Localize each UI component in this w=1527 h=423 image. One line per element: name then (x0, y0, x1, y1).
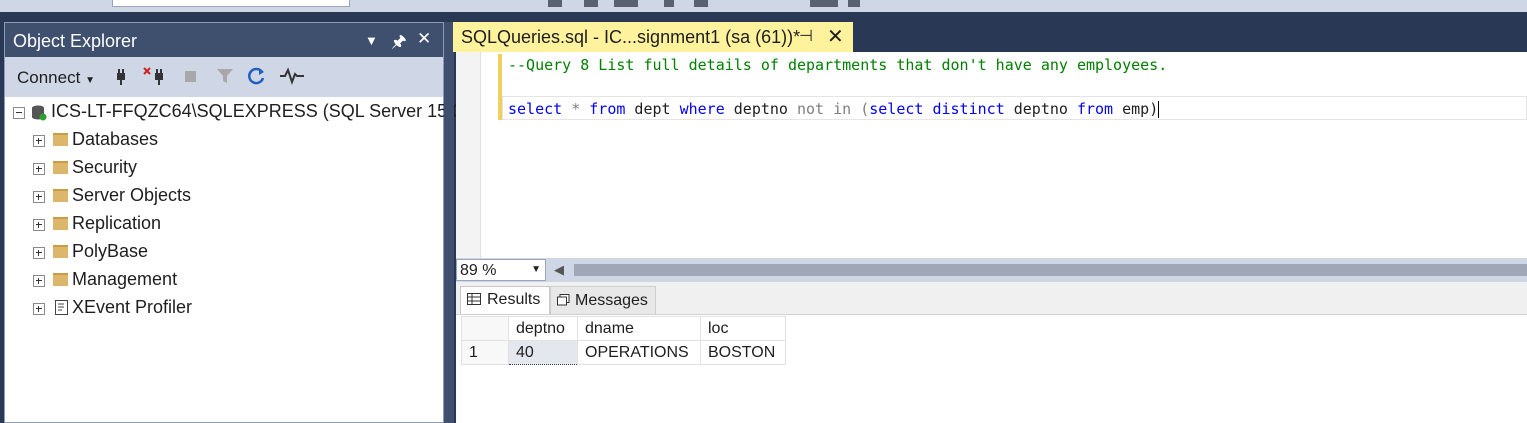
top-toolbar-strip (0, 0, 1527, 12)
sql-identifier: dept (625, 100, 680, 118)
grid-cell[interactable]: 40 (508, 340, 578, 365)
tab-title: SQLQueries.sql - IC...signment1 (sa (61)… (461, 27, 801, 47)
column-header[interactable]: dname (577, 316, 701, 341)
tab-results[interactable]: Results (460, 286, 550, 314)
toolbar-icon[interactable] (848, 0, 860, 7)
folder-icon (53, 273, 68, 286)
row-number[interactable]: 1 (461, 340, 509, 365)
disconnect-icon[interactable] (143, 66, 169, 86)
folder-icon (53, 217, 68, 230)
toolbar-combo[interactable] (112, 0, 350, 7)
toolbar-icon[interactable] (614, 0, 638, 7)
sql-operator: * (562, 100, 590, 118)
sql-operator: not in (797, 100, 852, 118)
expand-icon[interactable] (33, 163, 45, 175)
results-tab-bar: Results Messages (456, 282, 1527, 315)
scroll-left-icon[interactable]: ◀ (554, 262, 564, 278)
sql-keyword: distinct (932, 100, 1005, 118)
tree-item-label: Management (72, 269, 178, 289)
sql-keyword: from (589, 100, 626, 118)
code-query-line: select * from dept where deptno not in (… (508, 100, 1160, 118)
tab-messages[interactable]: Messages (550, 286, 656, 314)
column-header[interactable]: loc (700, 316, 786, 341)
results-grid: deptno dname loc 1 40 OPERATIONS BOSTON (461, 316, 786, 365)
chevron-down-icon: ▼ (85, 75, 95, 86)
sql-keyword: select (869, 100, 924, 118)
tree-item-label: PolyBase (72, 241, 149, 261)
pin-icon[interactable]: 🖈 (391, 29, 407, 58)
toolbar-icon[interactable] (810, 0, 838, 7)
sql-keyword: where (679, 100, 725, 118)
messages-icon (557, 294, 570, 306)
editor-zoom-bar: 89 % ▼ ◀ (456, 258, 1527, 282)
xevent-icon (55, 300, 68, 315)
expand-icon[interactable] (33, 275, 45, 287)
object-explorer-titlebar: Object Explorer ▼ 🖈 ✕ (5, 23, 443, 57)
close-icon[interactable]: ✕ (417, 29, 431, 49)
refresh-icon[interactable] (247, 66, 267, 86)
tree-item-label: Databases (72, 129, 159, 149)
text-caret (1158, 101, 1160, 118)
grid-cell[interactable]: BOSTON (700, 340, 786, 365)
activity-monitor-icon[interactable] (279, 66, 305, 86)
column-header[interactable]: deptno (508, 316, 578, 341)
grid-cell[interactable]: OPERATIONS (577, 340, 701, 365)
folder-icon (53, 245, 68, 258)
database-server-icon (32, 105, 47, 121)
sql-identifier: emp) (1113, 100, 1159, 118)
grid-header-row: deptno dname loc (461, 316, 786, 341)
grid-corner[interactable] (461, 316, 509, 341)
grid-icon (467, 293, 481, 305)
tab-sqlqueries[interactable]: SQLQueries.sql - IC...signment1 (sa (61)… (453, 22, 853, 52)
tree-item-label: Replication (72, 213, 162, 233)
sql-identifier: deptno (724, 100, 797, 118)
connect-plug-icon[interactable] (111, 66, 131, 86)
editor-gutter (456, 52, 481, 258)
connect-button[interactable]: Connect ▼ (17, 68, 95, 88)
chevron-down-icon: ▼ (531, 264, 541, 275)
tree-item-label: Security (72, 157, 138, 177)
filter-icon[interactable] (215, 66, 235, 86)
stop-icon[interactable] (181, 66, 201, 86)
sql-keyword: select (508, 100, 563, 118)
expand-icon[interactable] (33, 191, 45, 203)
pin-icon[interactable]: ⊣ (799, 26, 813, 46)
connect-label: Connect (17, 68, 81, 87)
tab-messages-label: Messages (575, 292, 648, 309)
collapse-icon[interactable] (13, 107, 25, 119)
expand-icon[interactable] (33, 247, 45, 259)
toolbar-icon[interactable] (694, 0, 708, 7)
expand-icon[interactable] (33, 303, 45, 315)
horizontal-scrollbar-thumb[interactable] (574, 264, 1527, 276)
sql-keyword: from (1076, 100, 1114, 118)
server-node-label: ICS-LT-FFQZC64\SQLEXPRESS (SQL Server 15… (51, 101, 478, 121)
panel-splitter[interactable] (444, 22, 454, 423)
object-explorer-toolbar: Connect ▼ (5, 57, 443, 97)
code-comment-line: --Query 8 List full details of departmen… (508, 56, 1168, 74)
table-row: 1 40 OPERATIONS BOSTON (461, 340, 786, 365)
query-editor[interactable]: --Query 8 List full details of departmen… (456, 52, 1527, 258)
toolbar-icon[interactable] (548, 0, 562, 7)
zoom-value: 89 % (460, 262, 497, 279)
document-tab-bar: SQLQueries.sql - IC...signment1 (sa (61)… (453, 22, 1527, 52)
sql-paren: ( (851, 100, 870, 118)
chevron-down-icon[interactable]: ▼ (365, 33, 378, 48)
toolbar-icon[interactable] (584, 0, 598, 7)
expand-icon[interactable] (33, 135, 45, 147)
close-icon[interactable]: ✕ (827, 24, 844, 49)
tab-results-label: Results (487, 291, 541, 308)
object-explorer-panel: Object Explorer ▼ 🖈 ✕ Connect ▼ ICS-LT-F… (4, 22, 477, 423)
folder-icon (53, 189, 68, 202)
object-explorer-title: Object Explorer (13, 31, 138, 51)
tree-item-label: XEvent Profiler (72, 297, 193, 317)
object-explorer-tree: ICS-LT-FFQZC64\SQLEXPRESS (SQL Server 15… (5, 97, 477, 422)
toolbar-icon[interactable] (664, 0, 674, 7)
tree-item-label: Server Objects (72, 185, 192, 205)
folder-icon (53, 161, 68, 174)
sql-identifier: deptno (1004, 100, 1077, 118)
results-pane: deptno dname loc 1 40 OPERATIONS BOSTON (456, 315, 1527, 423)
expand-icon[interactable] (33, 219, 45, 231)
folder-icon (53, 133, 68, 146)
zoom-dropdown[interactable]: 89 % ▼ (456, 259, 546, 281)
